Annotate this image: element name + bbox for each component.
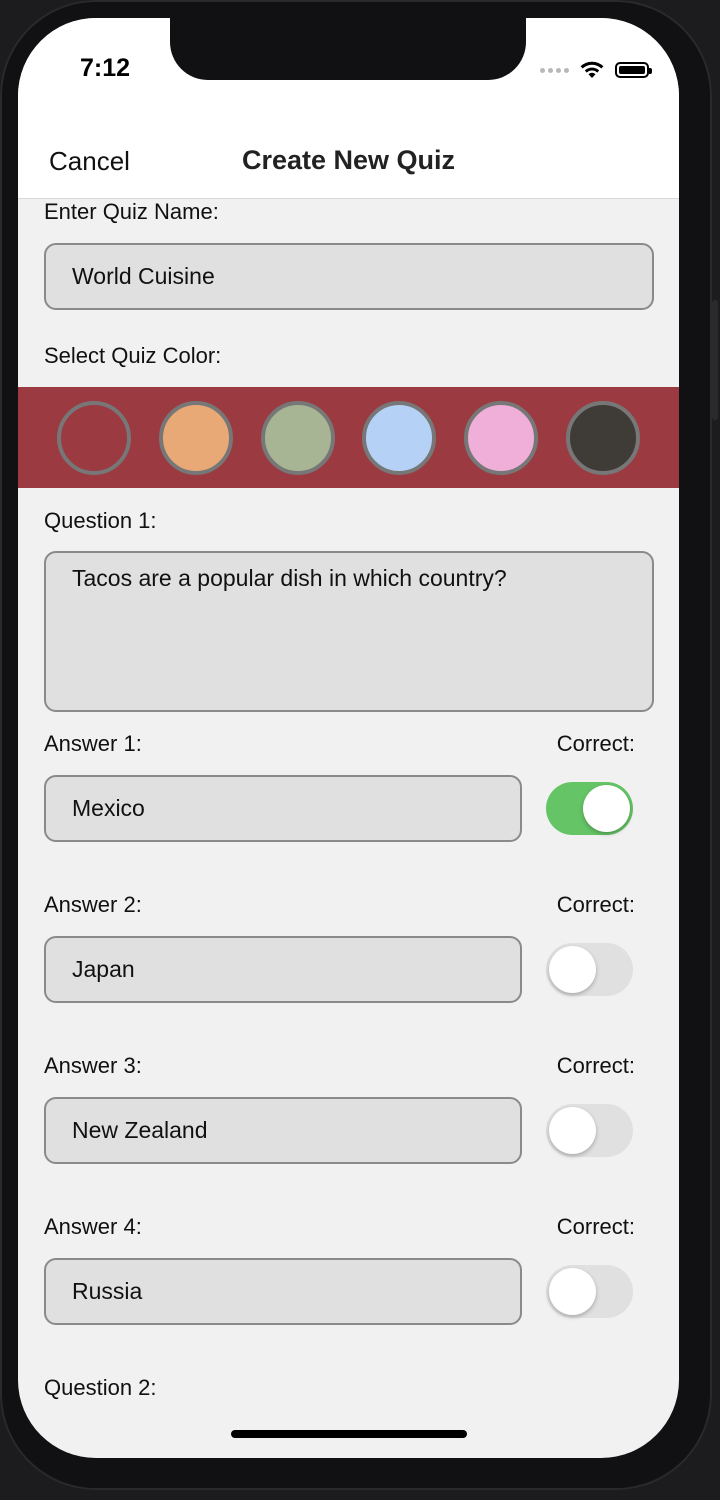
answer-2-correct-label: Correct: bbox=[556, 892, 635, 917]
answer-1-input[interactable]: Mexico bbox=[44, 775, 522, 842]
battery-icon bbox=[615, 62, 652, 78]
color-swatch-dark[interactable] bbox=[566, 401, 640, 475]
color-swatch-red[interactable] bbox=[57, 401, 131, 475]
toggle-knob bbox=[583, 785, 630, 832]
answer-2-input[interactable]: Japan bbox=[44, 936, 522, 1003]
answer-1-correct-label: Correct: bbox=[556, 731, 635, 756]
page-title: Create New Quiz bbox=[241, 145, 456, 175]
toggle-knob bbox=[549, 1107, 596, 1154]
color-picker-strip bbox=[18, 387, 679, 488]
screen: 7:12 Cancel Create New Quiz Enter Quiz N… bbox=[18, 18, 679, 1458]
toggle-knob bbox=[549, 1268, 596, 1315]
answer-1-label: Answer 1: bbox=[44, 731, 142, 756]
answer-3-correct-toggle[interactable] bbox=[546, 1104, 633, 1157]
status-bar: 7:12 bbox=[18, 18, 679, 118]
answer-3-input[interactable]: New Zealand bbox=[44, 1097, 522, 1164]
home-indicator[interactable] bbox=[231, 1430, 467, 1438]
quiz-color-label: Select Quiz Color: bbox=[44, 343, 222, 368]
answer-4-label: Answer 4: bbox=[44, 1214, 142, 1239]
question-1-text-area[interactable]: Tacos are a popular dish in which countr… bbox=[44, 551, 654, 712]
answer-3-label: Answer 3: bbox=[44, 1053, 142, 1078]
answer-4-correct-label: Correct: bbox=[556, 1214, 635, 1239]
color-swatch-green[interactable] bbox=[261, 401, 335, 475]
answer-2-label: Answer 2: bbox=[44, 892, 142, 917]
quiz-name-label: Enter Quiz Name: bbox=[44, 199, 219, 224]
navigation-bar: Cancel Create New Quiz bbox=[18, 118, 679, 199]
answer-3-correct-label: Correct: bbox=[556, 1053, 635, 1078]
side-button bbox=[712, 300, 718, 420]
color-swatch-pink[interactable] bbox=[464, 401, 538, 475]
answer-4-input[interactable]: Russia bbox=[44, 1258, 522, 1325]
cellular-signal-icon bbox=[540, 67, 569, 73]
color-swatch-orange[interactable] bbox=[159, 401, 233, 475]
answer-2-correct-toggle[interactable] bbox=[546, 943, 633, 996]
quiz-name-input[interactable]: World Cuisine bbox=[44, 243, 654, 310]
question-2-label: Question 2: bbox=[44, 1375, 157, 1400]
question-1-label: Question 1: bbox=[44, 508, 157, 533]
toggle-knob bbox=[549, 946, 596, 993]
status-icons bbox=[540, 58, 652, 82]
answer-4-correct-toggle[interactable] bbox=[546, 1265, 633, 1318]
status-time: 7:12 bbox=[80, 54, 131, 82]
wifi-icon bbox=[580, 61, 604, 78]
color-swatch-blue[interactable] bbox=[362, 401, 436, 475]
notch bbox=[170, 18, 526, 80]
answer-1-correct-toggle[interactable] bbox=[546, 782, 633, 835]
